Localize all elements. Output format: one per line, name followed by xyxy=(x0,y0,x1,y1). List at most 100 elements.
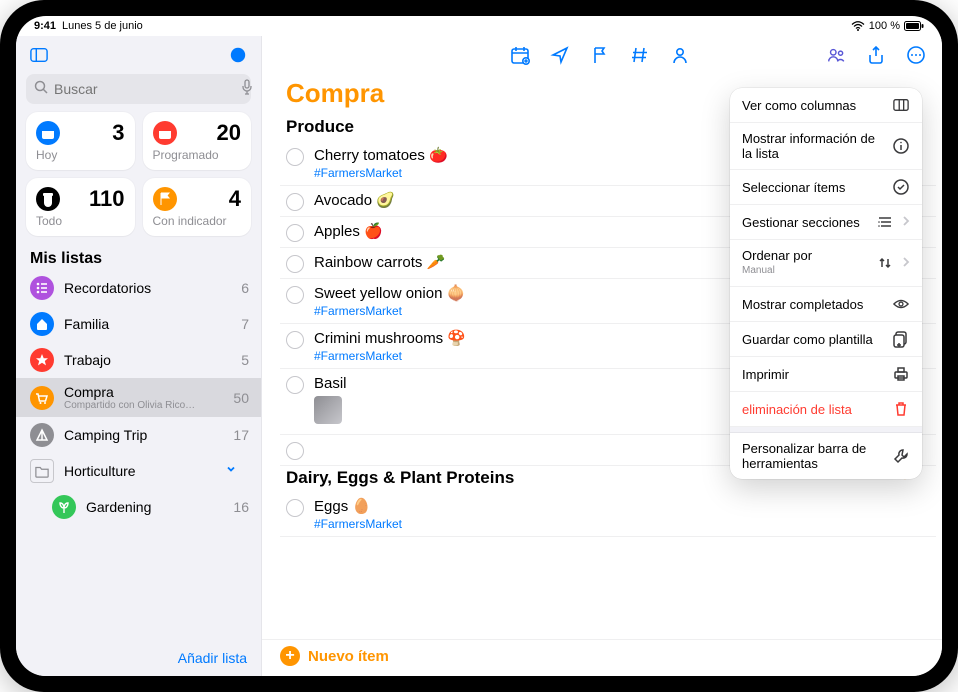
dictate-icon[interactable] xyxy=(241,79,253,100)
list-count: 17 xyxy=(233,427,249,443)
complete-checkbox[interactable] xyxy=(286,255,304,273)
menu-item-select[interactable]: Seleccionar ítems xyxy=(730,170,922,205)
more-menu-button[interactable] xyxy=(904,43,928,67)
complete-checkbox[interactable] xyxy=(286,286,304,304)
status-battery: 100 % xyxy=(869,20,900,32)
wifi-icon xyxy=(851,21,865,31)
list-name: Camping Trip xyxy=(64,427,223,443)
chevron-right-icon xyxy=(902,215,910,230)
toggle-sidebar-button[interactable] xyxy=(26,42,52,68)
menu-item-label: eliminación de lista xyxy=(742,402,884,417)
menu-item-template[interactable]: Guardar como plantilla xyxy=(730,322,922,357)
wrench-icon xyxy=(892,447,910,465)
list-name: Recordatorios xyxy=(64,280,231,296)
info-icon xyxy=(892,137,910,155)
columns-icon xyxy=(892,96,910,114)
list-count: 6 xyxy=(241,280,249,296)
smart-card-todo[interactable]: 110 Todo xyxy=(26,178,135,236)
list-row-compra[interactable]: Compra Compartido con Olivia Rico… 50 xyxy=(16,378,261,417)
complete-checkbox[interactable] xyxy=(286,193,304,211)
list-subtitle: Compartido con Olivia Rico… xyxy=(64,400,223,411)
smart-count: 20 xyxy=(217,120,241,146)
new-item-button[interactable]: + Nuevo ítem xyxy=(262,639,942,676)
list-name: Trabajo xyxy=(64,352,231,368)
status-date: Lunes 5 de junio xyxy=(62,20,143,32)
menu-item-eye[interactable]: Mostrar completados xyxy=(730,287,922,322)
smart-icon xyxy=(153,121,177,145)
list-icon xyxy=(30,386,54,410)
content: Compra Produce Cherry tomatoes 🍅 #Farmer… xyxy=(262,36,942,676)
share-icon[interactable] xyxy=(864,43,888,67)
menu-item-label: Gestionar secciones xyxy=(742,215,868,230)
complete-checkbox[interactable] xyxy=(286,442,304,460)
smart-label: Con indicador xyxy=(153,214,242,228)
calendar-add-icon[interactable] xyxy=(508,43,532,67)
menu-item-info[interactable]: Mostrar información de la lista xyxy=(730,123,922,170)
location-icon[interactable] xyxy=(548,43,572,67)
list-name: Compra xyxy=(64,384,223,400)
reminder-item[interactable]: Eggs 🥚 #FarmersMarket xyxy=(280,492,936,537)
smart-card-con-indicador[interactable]: 4 Con indicador xyxy=(143,178,252,236)
list-name: Horticulture xyxy=(64,463,215,479)
search-input[interactable] xyxy=(54,81,235,97)
menu-item-trash[interactable]: eliminación de lista xyxy=(730,392,922,427)
list-row-camping-trip[interactable]: Camping Trip 17 xyxy=(16,417,261,453)
complete-checkbox[interactable] xyxy=(286,331,304,349)
menu-item-label: Personalizar barra de herramientas xyxy=(742,441,884,471)
list-row-familia[interactable]: Familia 7 xyxy=(16,306,261,342)
list-count: 7 xyxy=(241,316,249,332)
person-icon[interactable] xyxy=(668,43,692,67)
chevron-right-icon xyxy=(902,256,910,271)
chevron-down-icon[interactable] xyxy=(225,462,239,480)
hashtag-icon[interactable] xyxy=(628,43,652,67)
template-icon xyxy=(892,330,910,348)
list-icon xyxy=(30,312,54,336)
eye-icon xyxy=(892,295,910,313)
sidebar-more-button[interactable] xyxy=(225,42,251,68)
list-row-recordatorios[interactable]: Recordatorios 6 xyxy=(16,270,261,306)
status-bar: 9:41 Lunes 5 de junio 100 % xyxy=(16,16,942,36)
printer-icon xyxy=(892,365,910,383)
menu-item-sections[interactable]: Gestionar secciones xyxy=(730,205,922,240)
complete-checkbox[interactable] xyxy=(286,499,304,517)
complete-checkbox[interactable] xyxy=(286,376,304,394)
smart-lists: 3 Hoy 20 Programado 110 Todo 4 Con indic… xyxy=(16,112,261,244)
plus-icon: + xyxy=(280,646,300,666)
complete-checkbox[interactable] xyxy=(286,148,304,166)
add-list-button[interactable]: Añadir lista xyxy=(178,650,247,666)
menu-item-label: Guardar como plantilla xyxy=(742,332,884,347)
reminder-title: Eggs 🥚 xyxy=(314,497,930,517)
menu-item-wrench[interactable]: Personalizar barra de herramientas xyxy=(730,433,922,479)
sort-icon xyxy=(876,254,894,272)
list-row-gardening[interactable]: Gardening 16 xyxy=(16,489,261,525)
menu-item-columns[interactable]: Ver como columnas xyxy=(730,88,922,123)
list-row-horticulture[interactable]: Horticulture xyxy=(16,453,261,489)
flag-icon[interactable] xyxy=(588,43,612,67)
list-icon xyxy=(30,276,54,300)
smart-count: 110 xyxy=(89,186,125,212)
menu-item-sort[interactable]: Ordenar porManual xyxy=(730,240,922,287)
complete-checkbox[interactable] xyxy=(286,224,304,242)
smart-label: Todo xyxy=(36,214,125,228)
smart-card-programado[interactable]: 20 Programado xyxy=(143,112,252,170)
content-toolbar xyxy=(262,36,942,74)
menu-item-label: Ordenar porManual xyxy=(742,248,868,278)
reminder-thumbnail[interactable] xyxy=(314,396,342,424)
smart-icon xyxy=(36,121,60,145)
battery-icon xyxy=(904,21,924,31)
reminder-tag[interactable]: #FarmersMarket xyxy=(314,517,930,531)
menu-item-label: Seleccionar ítems xyxy=(742,180,884,195)
list-count: 5 xyxy=(241,352,249,368)
list-row-trabajo[interactable]: Trabajo 5 xyxy=(16,342,261,378)
collaborate-icon[interactable] xyxy=(824,43,848,67)
search-field[interactable] xyxy=(26,74,251,104)
smart-card-hoy[interactable]: 3 Hoy xyxy=(26,112,135,170)
smart-icon xyxy=(153,187,177,211)
status-time: 9:41 xyxy=(34,20,56,32)
menu-item-printer[interactable]: Imprimir xyxy=(730,357,922,392)
list-count: 16 xyxy=(233,499,249,515)
menu-item-label: Mostrar completados xyxy=(742,297,884,312)
select-icon xyxy=(892,178,910,196)
search-icon xyxy=(34,80,48,99)
section-title: Dairy, Eggs & Plant Proteins xyxy=(286,468,514,488)
